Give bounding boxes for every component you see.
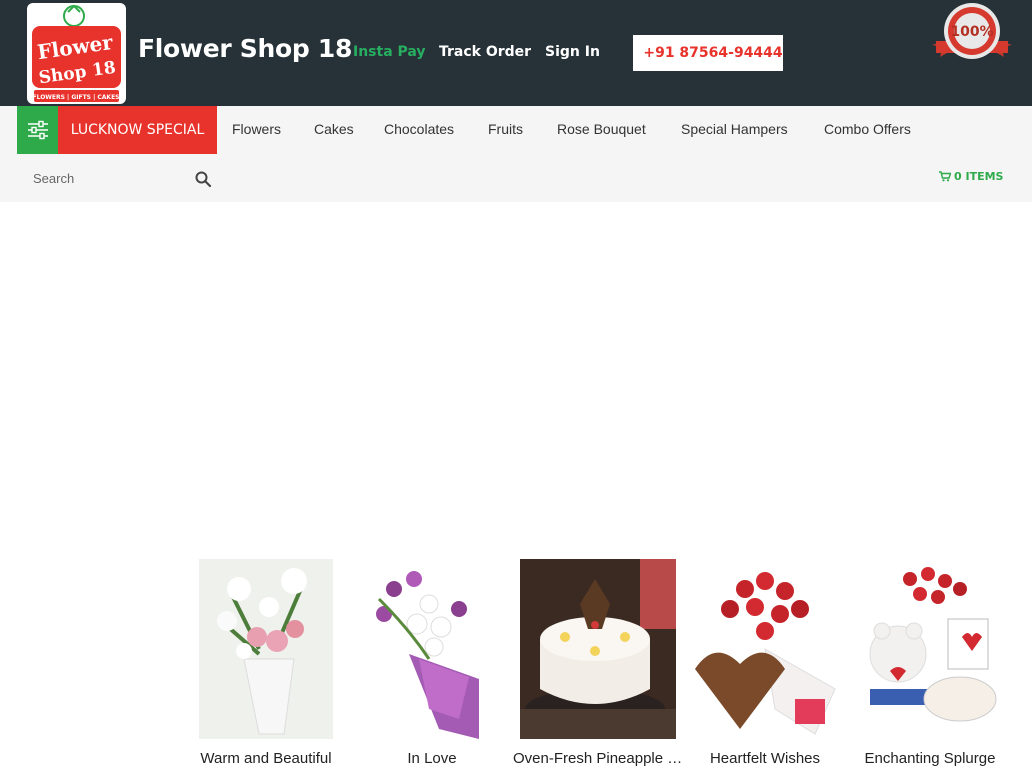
brand-name[interactable]: Flower Shop 18 [138,34,352,63]
phone-number: +91 87564-94444 [643,45,783,61]
search-input[interactable] [24,164,184,192]
search-icon [195,171,212,188]
nav-item-special-hampers[interactable]: Special Hampers [681,121,788,137]
satisfaction-seal: 100% [930,1,1014,61]
filter-toggle-button[interactable] [17,106,58,154]
svg-text:FLOWERS | GIFTS | CAKES: FLOWERS | GIFTS | CAKES [33,94,120,101]
search-box [24,164,214,192]
cart-count: 0 ITEMS [954,170,1004,183]
product-image[interactable] [685,559,843,739]
nav-item-combo-offers[interactable]: Combo Offers [824,121,911,137]
nav-item-flowers[interactable]: Flowers [232,121,281,137]
svg-text:100%: 100% [950,24,993,40]
product-image[interactable] [520,559,676,739]
nav-item-rose-bouquet[interactable]: Rose Bouquet [557,121,646,137]
nav-item-cakes[interactable]: Cakes [314,121,354,137]
nav-item-fruits[interactable]: Fruits [488,121,523,137]
lucknow-special-button[interactable]: LUCKNOW SPECIAL [58,106,217,154]
sliders-icon [27,120,48,140]
lucknow-special-label: LUCKNOW SPECIAL [70,122,205,138]
cart-link[interactable]: 0 ITEMS [939,170,1003,183]
product-name[interactable]: Enchanting Splurge [845,750,1015,767]
track-order-link[interactable]: Track Order [439,44,531,60]
brand-logo[interactable]: Flower Shop 18 FLOWERS | GIFTS | CAKES [26,2,127,105]
product-name[interactable]: Warm and Beautiful [181,750,351,767]
product-image[interactable] [359,559,499,739]
product-image[interactable] [860,559,1000,739]
nav-item-chocolates[interactable]: Chocolates [384,121,454,137]
insta-pay-link[interactable]: Insta Pay [353,44,426,60]
product-image[interactable] [199,559,333,739]
phone-number-button[interactable]: +91 87564-94444 [633,35,783,71]
sign-in-link[interactable]: Sign In [545,44,600,60]
product-name[interactable]: Heartfelt Wishes [680,750,850,767]
search-button[interactable] [194,170,212,188]
cart-icon [939,171,951,182]
product-name[interactable]: In Love [347,750,517,767]
product-name[interactable]: Oven-Fresh Pineapple Cake [513,750,683,767]
